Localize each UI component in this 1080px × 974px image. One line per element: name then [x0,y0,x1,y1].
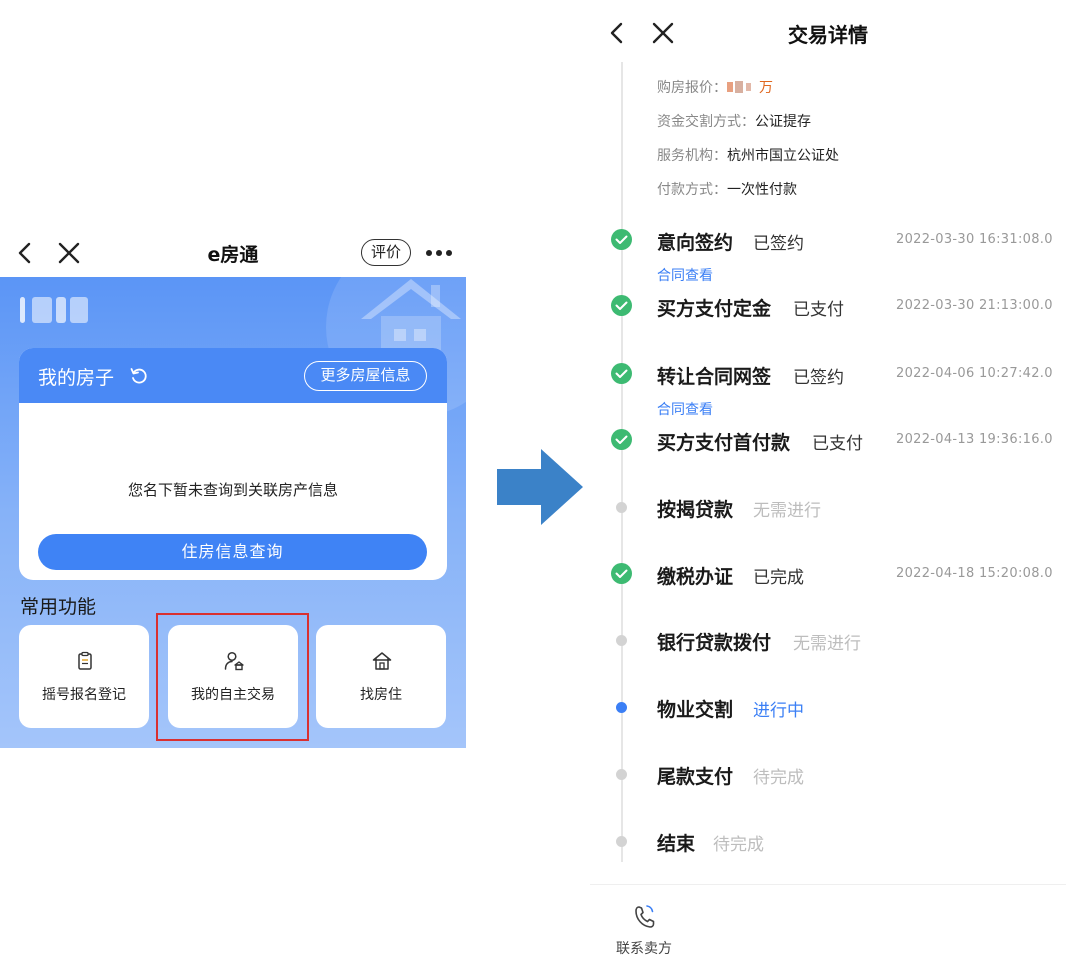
info-value: 杭州市国立公证处 [727,148,839,164]
info-payment: 付款方式：一次性付款 [657,179,797,199]
price-unit: 万 [759,80,773,96]
step-time: 2022-03-30 21:13:00.0 [896,298,1053,313]
step-status: 已支付 [793,300,844,320]
lottery-registration-card[interactable]: 摇号报名登记 [19,625,149,728]
step-status: 已完成 [753,568,804,588]
function-label: 摇号报名登记 [42,687,126,703]
step-status: 无需进行 [753,501,821,521]
my-house-card: 我的房子 更多房屋信息 您名下暂未查询到关联房产信息 住房信息查询 [19,348,447,580]
step-name: 银行贷款拨付 [657,632,772,654]
step-status: 已签约 [793,368,844,388]
housing-query-button[interactable]: 住房信息查询 [38,534,427,570]
info-value: 公证提存 [755,114,811,130]
contact-seller-button[interactable]: 联系卖方 [616,938,672,958]
step-name: 尾款支付 [657,766,734,788]
clipboard-icon [78,651,92,670]
step-status: 进行中 [753,701,804,721]
info-agency: 服务机构：杭州市国立公证处 [657,145,839,165]
step-name: 结束 [657,833,696,855]
step-done-icon [611,563,632,584]
page-title: 交易详情 [788,23,868,47]
step-time: 2022-04-18 15:20:08.0 [896,566,1053,581]
bottom-action-bar: 联系卖方 [590,884,1066,974]
step-name: 按揭贷款 [657,499,734,521]
highlight-annotation [156,613,309,741]
more-house-info-button[interactable]: 更多房屋信息 [304,361,427,391]
step-done-icon [611,363,632,384]
step-time: 2022-03-30 16:31:08.0 [896,232,1053,247]
left-phone-screen: e房通 评价 我的房子 更多房屋信息 您名下暂未查询到关联房产信息 住房信息查询… [0,228,466,748]
right-phone-screen: 交易详情 购房报价： 万 资金交割方式：公证提存 服务机构：杭州市国立公证处 付款… [590,0,1080,974]
house-card-header: 我的房子 更多房屋信息 [19,348,447,403]
house-icon [372,652,392,670]
step-status: 待完成 [713,835,764,855]
step-status: 无需进行 [793,634,861,654]
step-name: 转让合同网签 [657,366,772,388]
step-name: 缴税办证 [657,566,734,588]
step-name: 物业交割 [657,699,734,721]
refresh-icon[interactable] [129,366,149,386]
common-functions-title: 常用功能 [20,596,97,618]
step-done-icon [611,429,632,450]
rate-button[interactable]: 评价 [361,239,411,266]
blurred-price [727,81,751,93]
step-time: 2022-04-06 10:27:42.0 [896,366,1053,381]
step-skipped-icon [616,635,627,646]
timeline-track [621,62,623,862]
step-time: 2022-04-13 19:36:16.0 [896,432,1053,447]
step-status: 已签约 [753,234,804,254]
house-card-title: 我的房子 [38,367,115,389]
step-status: 已支付 [812,434,863,454]
find-house-card[interactable]: 找房住 [316,625,446,728]
view-contract-link[interactable]: 合同查看 [657,399,713,419]
info-label: 付款方式： [657,182,727,198]
transition-arrow-icon [497,449,583,525]
function-label: 找房住 [360,687,402,703]
step-pending-icon [616,836,627,847]
info-label: 服务机构： [657,148,727,164]
info-fund: 资金交割方式：公证提存 [657,111,811,131]
step-done-icon [611,295,632,316]
info-label: 资金交割方式： [657,114,755,130]
step-in-progress-icon [616,702,627,713]
step-done-icon [611,229,632,250]
empty-house-message: 您名下暂未查询到关联房产信息 [127,481,338,499]
view-contract-link[interactable]: 合同查看 [657,265,713,285]
blurred-username [20,297,90,323]
step-name: 买方支付首付款 [657,432,791,454]
step-name: 意向签约 [657,232,734,254]
info-price: 购房报价： 万 [657,77,773,97]
step-skipped-icon [616,502,627,513]
info-label: 购房报价： [657,80,727,96]
step-status: 待完成 [753,768,804,788]
more-options-icon[interactable] [424,240,454,266]
home-panel: 我的房子 更多房屋信息 您名下暂未查询到关联房产信息 住房信息查询 常用功能 摇… [0,277,466,748]
left-nav-bar: e房通 评价 [0,228,466,278]
phone-icon[interactable] [632,903,658,931]
info-value: 一次性付款 [727,182,797,198]
step-pending-icon [616,769,627,780]
step-name: 买方支付定金 [657,298,772,320]
